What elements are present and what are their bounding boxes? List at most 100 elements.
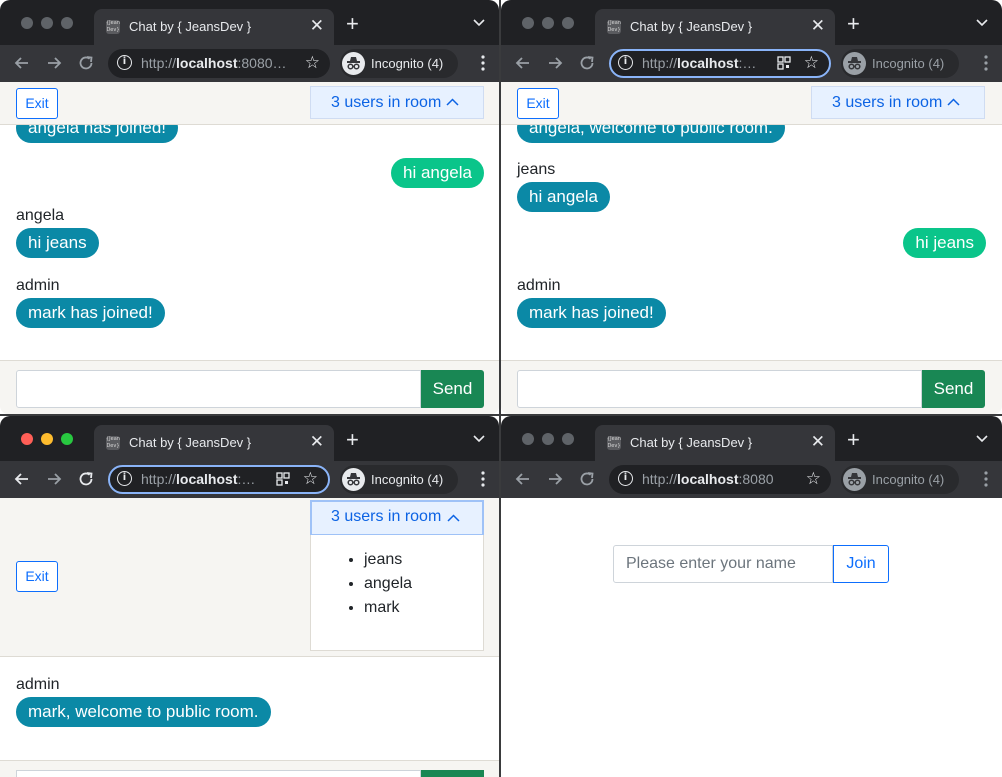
bookmark-star-icon[interactable]: ☆: [303, 469, 318, 489]
close-window-button[interactable]: [21, 433, 33, 445]
browser-window-bottom-left: {Jeans Dev} Chat by { JeansDev } ✕ + i h…: [0, 416, 499, 777]
address-bar[interactable]: i http://localhost:8080… ☆: [108, 49, 330, 78]
browser-tab[interactable]: {Jeans Dev} Chat by { JeansDev } ✕: [595, 9, 835, 45]
address-bar[interactable]: i http://localhost:8080 ☆: [609, 465, 831, 494]
window-controls: [21, 433, 73, 445]
maximize-window-button[interactable]: [562, 17, 574, 29]
minimize-window-button[interactable]: [542, 17, 554, 29]
browser-window-bottom-right: {Jeans Dev} Chat by { JeansDev } ✕ + i h…: [501, 416, 1002, 777]
message-input[interactable]: [16, 770, 421, 777]
incognito-label: Incognito (4): [371, 56, 444, 71]
users-in-room-toggle[interactable]: 3 users in room: [310, 500, 484, 536]
bookmark-star-icon[interactable]: ☆: [804, 53, 819, 73]
users-in-room-label: 3 users in room: [832, 94, 943, 111]
incognito-indicator[interactable]: Incognito (4): [340, 49, 458, 78]
forward-arrow-icon[interactable]: [44, 53, 64, 73]
tab-search-chevron-icon[interactable]: [976, 432, 988, 444]
browser-menu-icon[interactable]: [984, 471, 988, 487]
url-text: http://localhost:…: [642, 55, 757, 71]
message-input[interactable]: [517, 370, 922, 408]
close-window-button[interactable]: [522, 433, 534, 445]
tab-title: Chat by { JeansDev }: [129, 435, 252, 450]
incognito-indicator[interactable]: Incognito (4): [340, 465, 458, 494]
close-tab-icon[interactable]: ✕: [811, 432, 825, 452]
browser-window-top-left: {Jeans Dev} Chat by { JeansDev } ✕ + i h…: [0, 0, 499, 414]
user-item: jeans: [364, 548, 412, 572]
browser-tab[interactable]: {Jeans Dev} Chat by { JeansDev } ✕: [94, 9, 334, 45]
new-tab-button[interactable]: +: [346, 429, 359, 451]
close-tab-icon[interactable]: ✕: [811, 16, 825, 36]
back-arrow-icon[interactable]: [513, 469, 533, 489]
minimize-window-button[interactable]: [41, 433, 53, 445]
address-bar[interactable]: i http://localhost:… ☆: [609, 49, 831, 78]
tab-title: Chat by { JeansDev }: [129, 19, 252, 34]
users-in-room-toggle[interactable]: 3 users in room: [310, 86, 484, 119]
new-tab-button[interactable]: +: [346, 13, 359, 35]
chevron-up-icon: [947, 98, 960, 106]
close-tab-icon[interactable]: ✕: [310, 432, 324, 452]
qr-code-icon[interactable]: [777, 56, 791, 70]
site-info-icon[interactable]: i: [117, 471, 132, 486]
exit-button[interactable]: Exit: [517, 88, 559, 119]
reload-icon[interactable]: [577, 469, 597, 489]
reload-icon[interactable]: [76, 53, 96, 73]
browser-tab[interactable]: {Jeans Dev} Chat by { JeansDev } ✕: [94, 425, 334, 461]
message-bubble: mark has joined!: [16, 298, 165, 328]
browser-toolbar: i http://localhost:… ☆ Incognito (4): [0, 461, 499, 498]
message-sender: admin: [16, 277, 60, 294]
exit-button[interactable]: Exit: [16, 88, 58, 119]
back-arrow-icon[interactable]: [12, 469, 32, 489]
tab-search-chevron-icon[interactable]: [473, 16, 485, 28]
back-arrow-icon[interactable]: [12, 53, 32, 73]
new-tab-button[interactable]: +: [847, 429, 860, 451]
back-arrow-icon[interactable]: [513, 53, 533, 73]
forward-arrow-icon[interactable]: [44, 469, 64, 489]
bookmark-star-icon[interactable]: ☆: [305, 53, 320, 73]
window-controls: [21, 17, 73, 29]
tab-strip: {Jeans Dev} Chat by { JeansDev } ✕ +: [501, 0, 1002, 45]
url-text: http://localhost:8080…: [141, 55, 287, 71]
forward-arrow-icon[interactable]: [545, 469, 565, 489]
join-button[interactable]: Join: [833, 545, 889, 583]
browser-menu-icon[interactable]: [481, 55, 485, 71]
maximize-window-button[interactable]: [61, 17, 73, 29]
incognito-indicator[interactable]: Incognito (4): [841, 465, 959, 494]
message-composer: [0, 760, 499, 777]
send-button[interactable]: Send: [922, 370, 985, 408]
close-window-button[interactable]: [522, 17, 534, 29]
forward-arrow-icon[interactable]: [545, 53, 565, 73]
browser-menu-icon[interactable]: [984, 55, 988, 71]
send-button[interactable]: [421, 770, 484, 777]
maximize-window-button[interactable]: [61, 433, 73, 445]
tab-search-chevron-icon[interactable]: [473, 432, 485, 444]
exit-button[interactable]: Exit: [16, 561, 58, 592]
minimize-window-button[interactable]: [542, 433, 554, 445]
incognito-indicator[interactable]: Incognito (4): [841, 49, 959, 78]
tab-search-chevron-icon[interactable]: [976, 16, 988, 28]
name-input[interactable]: Please enter your name: [613, 545, 833, 583]
close-window-button[interactable]: [21, 17, 33, 29]
bookmark-star-icon[interactable]: ☆: [806, 469, 821, 489]
own-message-bubble: hi angela: [390, 158, 484, 188]
chat-header: Exit 3 users in room jeans angela mark: [0, 498, 499, 657]
user-item: mark: [364, 596, 412, 620]
reload-icon[interactable]: [76, 469, 96, 489]
new-tab-button[interactable]: +: [847, 13, 860, 35]
site-info-icon[interactable]: i: [117, 55, 132, 70]
chat-header: Exit 3 users in room: [501, 82, 1002, 125]
send-button[interactable]: Send: [421, 370, 484, 408]
reload-icon[interactable]: [577, 53, 597, 73]
window-controls: [522, 433, 574, 445]
browser-menu-icon[interactable]: [481, 471, 485, 487]
message-input[interactable]: [16, 370, 421, 408]
message-composer: Send: [0, 360, 499, 414]
site-info-icon[interactable]: i: [618, 471, 633, 486]
address-bar[interactable]: i http://localhost:… ☆: [108, 465, 330, 494]
close-tab-icon[interactable]: ✕: [310, 16, 324, 36]
browser-tab[interactable]: {Jeans Dev} Chat by { JeansDev } ✕: [595, 425, 835, 461]
qr-code-icon[interactable]: [276, 472, 290, 486]
site-info-icon[interactable]: i: [618, 55, 633, 70]
maximize-window-button[interactable]: [562, 433, 574, 445]
users-in-room-toggle[interactable]: 3 users in room: [811, 86, 985, 119]
minimize-window-button[interactable]: [41, 17, 53, 29]
